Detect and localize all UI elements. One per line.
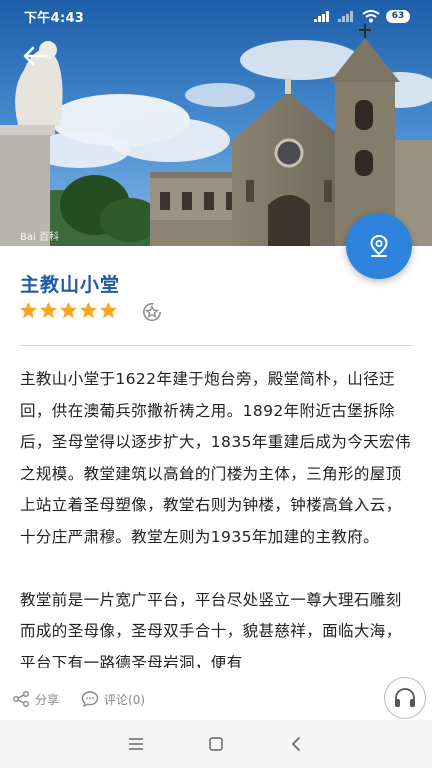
audio-guide-button[interactable] [384, 677, 426, 719]
comment-label: 评论(0) [104, 692, 146, 707]
hero-image [0, 0, 432, 246]
comment-icon [81, 691, 99, 708]
back-arrow-icon [23, 46, 48, 66]
description-paragraph: 主教山小堂于1622年建于炮台旁，殿堂简朴，山径迂回，供在澳葡兵弥撒祈祷之用。1… [20, 370, 411, 546]
signal-icon [314, 11, 329, 22]
status-icons: 63 [314, 9, 410, 23]
menu-nav-button[interactable] [121, 729, 151, 759]
signal-2-icon [338, 11, 353, 22]
back-icon [292, 737, 300, 751]
share-icon [13, 691, 29, 707]
back-button[interactable] [16, 40, 54, 72]
star-icon [19, 301, 38, 319]
share-label: 分享 [35, 692, 60, 707]
back-nav-button[interactable] [281, 729, 311, 759]
description: 主教山小堂于1622年建于炮台旁，殿堂简朴，山径迂回，供在澳葡兵弥撒祈祷之用。1… [20, 364, 416, 668]
home-nav-button[interactable] [201, 729, 231, 759]
place-title: 主教山小堂 [20, 274, 121, 296]
location-button[interactable] [346, 213, 412, 279]
location-icon [370, 234, 388, 257]
headphones-icon [395, 688, 415, 707]
status-bar: 下午4:43 63 [0, 0, 432, 32]
watermark: Bai 百科 [20, 232, 59, 243]
home-icon [209, 737, 223, 751]
star-icon [39, 301, 58, 319]
share-button[interactable]: 分享 [12, 690, 59, 708]
battery-icon: 63 [386, 9, 410, 23]
divider [20, 345, 413, 346]
menu-icon [129, 738, 143, 750]
system-navigation-bar [0, 720, 432, 768]
star-icon [59, 301, 78, 319]
bottom-action-bar: 分享 评论(0) [0, 681, 432, 717]
status-time: 下午4:43 [24, 10, 85, 26]
star-icon [99, 301, 118, 319]
comment-button[interactable]: 评论(0) [81, 690, 145, 708]
description-paragraph: 教堂前是一片宽广平台，平台尽处竖立一尊大理石雕刻而成的圣母像，圣母双手合十，貌甚… [20, 590, 402, 669]
wifi-icon [362, 9, 380, 22]
star-icon [79, 301, 98, 319]
rating-badge-icon[interactable] [141, 301, 163, 323]
church-illustration [0, 0, 432, 246]
rating-stars [19, 301, 118, 320]
